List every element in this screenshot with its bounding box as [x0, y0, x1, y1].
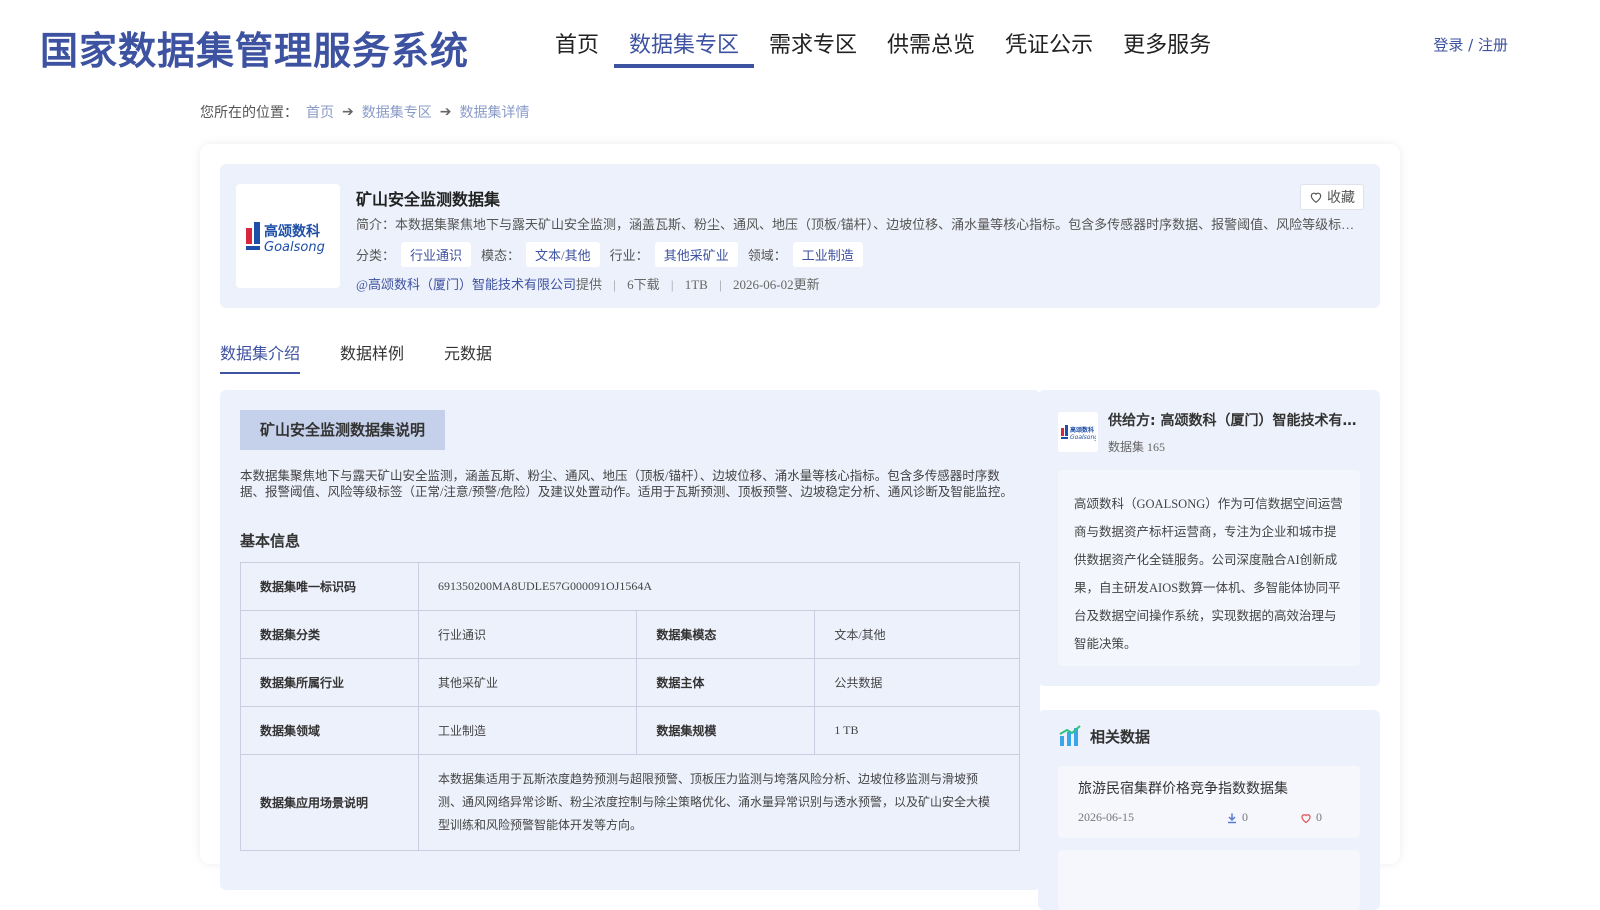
dataset-size: 1TB: [684, 277, 708, 292]
tab-intro[interactable]: 数据集介绍: [220, 340, 301, 374]
nav-overview[interactable]: 供需总览: [872, 28, 990, 68]
table-value: 文本/其他: [814, 610, 1020, 659]
related-item-downloads: 0: [1226, 810, 1248, 825]
tag-domain[interactable]: 工业制造: [792, 242, 863, 267]
table-key: 数据集规模: [636, 706, 816, 755]
arrow-right-icon: ➔: [439, 104, 452, 120]
breadcrumb-home[interactable]: 首页: [306, 102, 334, 122]
table-row: 数据集应用场景说明 本数据集适用于瓦斯浓度趋势预测与超限预警、顶板压力监测与垮落…: [240, 754, 1020, 851]
tag-modality[interactable]: 文本/其他: [526, 242, 600, 267]
heart-icon: [1301, 813, 1311, 823]
provider-logo: 高颂数科 Goalsong: [236, 184, 340, 288]
breadcrumb: 您所在的位置： 首页 ➔ 数据集专区 ➔ 数据集详情: [200, 102, 529, 122]
nav-more[interactable]: 更多服务: [1108, 28, 1226, 68]
table-value: 691350200MA8UDLE57G000091OJ1564A: [418, 562, 1020, 611]
svg-text:高颂数科: 高颂数科: [1070, 426, 1094, 434]
tab-samples[interactable]: 数据样例: [340, 340, 404, 374]
table-value: 工业制造: [417, 706, 638, 755]
nav-demand[interactable]: 需求专区: [754, 28, 872, 68]
table-value: 行业通识: [417, 610, 638, 659]
table-row: 数据集唯一标识码 691350200MA8UDLE57G000091OJ1564…: [240, 562, 1020, 611]
table-value: 本数据集适用于瓦斯浓度趋势预测与超限预警、顶板压力监测与垮落风险分析、边坡位移监…: [418, 754, 1020, 851]
related-item-date: 2026-06-15: [1078, 810, 1134, 824]
dataset-intro: 简介：本数据集聚焦地下与露天矿山安全监测，涵盖瓦斯、粉尘、通风、地压（顶板/锚杆…: [356, 217, 1366, 232]
download-icon: [1228, 813, 1236, 823]
nav-datasets[interactable]: 数据集专区: [614, 28, 755, 68]
table-key: 数据集领域: [240, 706, 419, 755]
tag-label: 分类：: [356, 248, 396, 263]
table-key: 数据集唯一标识码: [240, 562, 419, 611]
detail-tabs: 数据集介绍 数据样例 元数据: [220, 340, 492, 374]
basic-info-table: 数据集唯一标识码 691350200MA8UDLE57G000091OJ1564…: [240, 562, 1020, 851]
divider: |: [670, 277, 674, 292]
basic-info-title: 基本信息: [240, 532, 301, 550]
related-item[interactable]: [1058, 850, 1360, 910]
provider-card: 高颂数科 Goalsong 供给方: 高颂数科（厦门）智能技术有限公司 数据集 …: [1038, 390, 1380, 686]
dataset-detail-card: 高颂数科 Goalsong 矿山安全监测数据集 简介：本数据集聚焦地下与露天矿山…: [200, 144, 1400, 910]
dataset-summary: 高颂数科 Goalsong 矿山安全监测数据集 简介：本数据集聚焦地下与露天矿山…: [220, 164, 1380, 308]
related-item[interactable]: 旅游民宿集群价格竞争指数数据集 2026-06-15 0 0: [1058, 766, 1360, 838]
related-item-likes: 0: [1300, 810, 1322, 825]
dataset-description: 本数据集聚焦地下与露天矿山安全监测，涵盖瓦斯、粉尘、通风、地压（顶板/锚杆）、边…: [240, 469, 1013, 499]
like-count: 0: [1316, 810, 1322, 824]
site-title[interactable]: 国家数据集管理服务系统: [40, 20, 469, 75]
dataset-tags: 分类： 行业通识 模态： 文本/其他 行业： 其他采矿业 领域： 工业制造: [356, 242, 873, 267]
intro-panel: 矿山安全监测数据集说明 本数据集聚焦地下与露天矿山安全监测，涵盖瓦斯、粉尘、通风…: [220, 390, 1040, 890]
divider: |: [719, 277, 722, 292]
updated-date: 2026-06-02更新: [732, 277, 820, 292]
breadcrumb-detail: 数据集详情: [459, 105, 530, 121]
table-key: 数据集应用场景说明: [240, 754, 419, 851]
tag-category[interactable]: 行业通识: [401, 242, 472, 267]
divider: |: [613, 277, 616, 292]
related-item-name[interactable]: 旅游民宿集群价格竞争指数数据集: [1078, 778, 1288, 798]
table-value: 1 TB: [814, 706, 1020, 755]
table-key: 数据集模态: [636, 610, 816, 659]
table-key: 数据集所属行业: [240, 658, 419, 707]
provider-dataset-count: 数据集 165: [1108, 440, 1166, 454]
table-value: 公共数据: [814, 658, 1020, 707]
table-value: 其他采矿业: [417, 658, 638, 707]
related-title: 相关数据: [1090, 728, 1151, 746]
table-key: 数据主体: [636, 658, 816, 707]
dataset-title: 矿山安全监测数据集: [356, 190, 501, 209]
main-nav: 首页 数据集专区 需求专区 供需总览 凭证公示 更多服务: [540, 28, 1226, 68]
breadcrumb-datasets[interactable]: 数据集专区: [362, 102, 432, 122]
provider-link[interactable]: @高颂数科（厦门）智能技术有限公司: [356, 277, 576, 292]
tag-label: 模态：: [481, 248, 521, 263]
download-count: 0: [1242, 810, 1248, 824]
section-title: 矿山安全监测数据集说明: [240, 410, 446, 450]
tag-label: 行业：: [609, 248, 649, 263]
heart-icon: [1310, 192, 1322, 203]
favorite-button[interactable]: 收藏: [1300, 184, 1364, 210]
table-row: 数据集分类 行业通识 数据集模态 文本/其他: [240, 610, 1020, 659]
arrow-right-icon: ➔: [342, 104, 354, 120]
svg-text:Goalsong: Goalsong: [1070, 434, 1096, 441]
tab-metadata[interactable]: 元数据: [444, 340, 492, 374]
related-data-card: 相关数据 旅游民宿集群价格竞争指数数据集 2026-06-15 0 0: [1038, 710, 1380, 910]
provider-name[interactable]: 供给方: 高颂数科（厦门）智能技术有限公司: [1108, 410, 1358, 430]
download-count: 6下载: [627, 277, 660, 292]
svg-text:Goalsong: Goalsong: [264, 240, 325, 255]
provider-suffix: 提供: [575, 277, 602, 292]
nav-home[interactable]: 首页: [540, 28, 614, 68]
svg-text:高颂数科: 高颂数科: [264, 223, 320, 240]
table-row: 数据集领域 工业制造 数据集规模 1 TB: [240, 706, 1020, 755]
table-row: 数据集所属行业 其他采矿业 数据主体 公共数据: [240, 658, 1020, 707]
provider-description: 高颂数科（GOALSONG）作为可信数据空间运营商与数据资产标杆运营商，专注为企…: [1058, 470, 1360, 666]
table-key: 数据集分类: [240, 610, 419, 659]
bar-chart-icon: [1059, 725, 1081, 746]
breadcrumb-prefix: 您所在的位置：: [200, 105, 298, 121]
site-header: 国家数据集管理服务系统 首页 数据集专区 需求专区 供需总览 凭证公示 更多服务…: [0, 0, 1600, 92]
tag-industry[interactable]: 其他采矿业: [654, 242, 738, 267]
tag-label: 领域：: [747, 248, 787, 263]
nav-credentials[interactable]: 凭证公示: [990, 28, 1108, 68]
login-register-link[interactable]: 登录 / 注册: [1433, 34, 1508, 55]
favorite-label: 收藏: [1327, 190, 1355, 206]
dataset-meta: @高颂数科（厦门）智能技术有限公司提供 | 6下载 | 1TB | 2026-0…: [356, 274, 820, 293]
provider-logo-small[interactable]: 高颂数科 Goalsong: [1058, 412, 1098, 452]
